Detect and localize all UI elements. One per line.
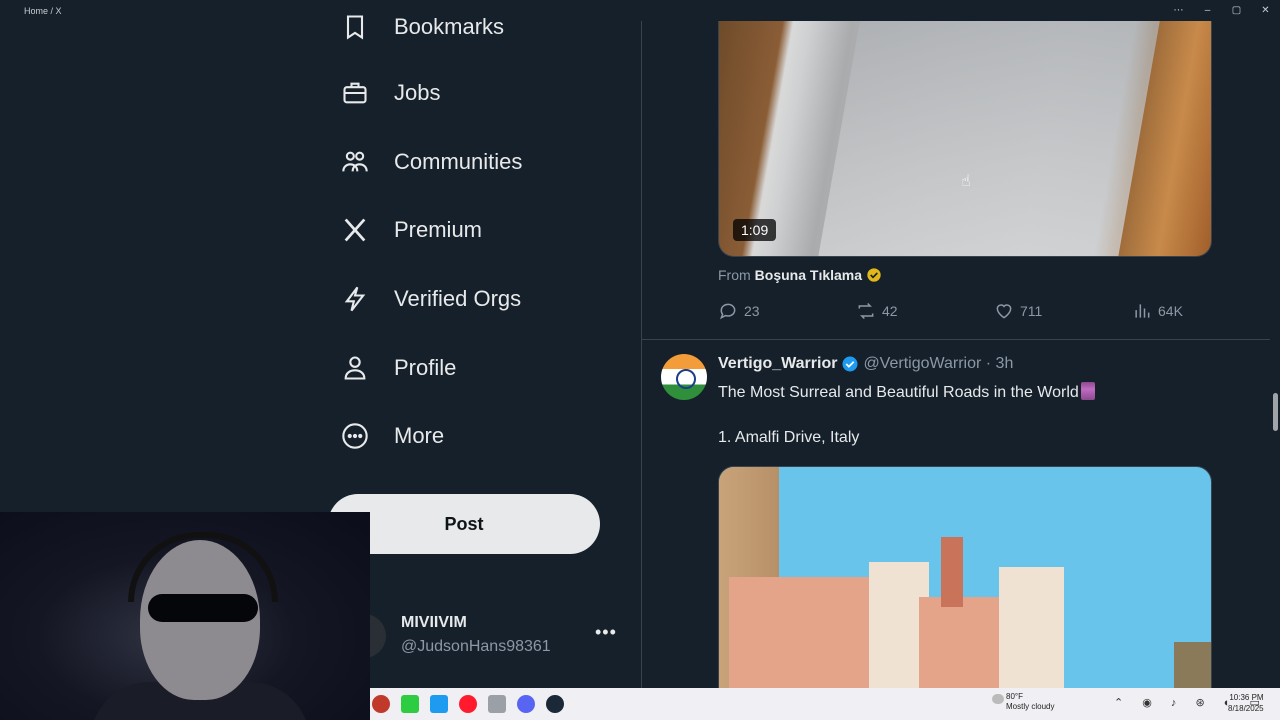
sidebar-item-premium[interactable]: Premium — [340, 205, 482, 255]
image-foliage — [1174, 642, 1211, 688]
video-duration: 1:09 — [733, 219, 777, 241]
account-name: MIVIIVIM — [401, 614, 467, 631]
view-count: 64K — [1158, 303, 1183, 319]
like-button[interactable]: 711 — [994, 301, 1042, 321]
sidebar-item-bookmarks[interactable]: Bookmarks — [340, 2, 504, 52]
tweet-header: Vertigo_Warrior @VertigoWarrior · 3h — [718, 355, 1013, 373]
sidebar-item-label: Bookmarks — [394, 14, 505, 39]
sidebar-item-profile[interactable]: Profile — [340, 343, 456, 393]
author-name[interactable]: Vertigo_Warrior — [718, 355, 837, 373]
like-count: 711 — [1020, 303, 1043, 319]
window-menu-button[interactable]: ⋯ — [1164, 0, 1193, 21]
image-building — [999, 567, 1064, 688]
sidebar-item-label: More — [394, 423, 445, 448]
heart-icon — [996, 304, 1012, 319]
sidebar-item-label: Jobs — [394, 80, 441, 105]
more-icon[interactable]: ••• — [595, 622, 617, 643]
sidebar-item-label: Verified Orgs — [394, 286, 522, 311]
clock-date: 8/18/2025 — [1228, 704, 1264, 713]
briefcase-icon — [340, 78, 370, 108]
scrollbar-thumb[interactable] — [1273, 393, 1278, 431]
window-titlebar: Home / X ⋯ – ▢ ✕ — [0, 0, 1280, 21]
people-icon — [340, 147, 370, 177]
reply-button[interactable]: 23 — [718, 301, 760, 321]
weather-desc: Mostly cloudy — [1006, 702, 1055, 711]
sidebar-nav: Bookmarks Jobs Communities Premium Verif… — [330, 14, 640, 688]
tweet-video[interactable]: 1:09 — [718, 21, 1212, 257]
window-title: Home / X — [24, 5, 62, 16]
tweet-actions: 23 42 711 64K — [718, 301, 1198, 325]
avatar[interactable] — [661, 354, 707, 400]
from-prefix: From — [718, 267, 751, 283]
pointer-cursor-icon: ☝ — [961, 173, 971, 190]
verified-badge-icon — [842, 356, 858, 372]
tweet-divider — [642, 339, 1270, 340]
weather-widget[interactable]: 80°F Mostly cloudy — [992, 692, 1055, 712]
reply-icon — [719, 303, 736, 320]
thread-spool-emoji-icon — [1080, 382, 1095, 400]
discord-icon[interactable] — [517, 695, 535, 713]
person-icon — [340, 353, 370, 383]
app-icon[interactable] — [401, 695, 419, 713]
cloud-icon — [992, 694, 1004, 704]
timeline: 1:09 ☝ From Boşuna Tıklama 23 42 711 64K… — [642, 21, 1270, 688]
clock-time: 10:36 PM — [1229, 693, 1264, 702]
sidebar-item-more[interactable]: More — [340, 411, 444, 461]
views-button[interactable]: 64K — [1132, 301, 1183, 321]
reply-count: 23 — [744, 303, 760, 319]
lightning-icon — [340, 284, 370, 314]
sidebar-item-jobs[interactable]: Jobs — [340, 68, 440, 118]
window-minimize-button[interactable]: – — [1193, 0, 1222, 21]
sidebar-item-label: Profile — [394, 355, 457, 380]
gold-verified-icon — [867, 268, 881, 282]
account-switcher[interactable]: MIVIIVIM @JudsonHans98361 ••• — [342, 606, 640, 666]
tweet-text: The Most Surreal and Beautiful Roads in … — [718, 382, 1095, 402]
tweet-text-line: 1. Amalfi Drive, Italy — [718, 429, 860, 446]
app-icon[interactable] — [488, 695, 506, 713]
image-building — [729, 577, 879, 688]
account-handle: @JudsonHans98361 — [401, 638, 551, 655]
sunglasses-shape — [148, 594, 258, 622]
window-close-button[interactable]: ✕ — [1251, 0, 1280, 21]
source-account-link[interactable]: Boşuna Tıklama — [755, 267, 862, 283]
webcam-overlay — [0, 512, 370, 720]
image-tower — [941, 537, 963, 607]
tweet-text-line: The Most Surreal and Beautiful Roads in … — [718, 384, 1079, 401]
bookmark-icon — [340, 12, 370, 42]
os-taskbar: 80°F Mostly cloudy ⌃ ◉ ♪ ⊛ ◐ ▭ 10:36 PM … — [370, 688, 1280, 720]
window-controls: ⋯ – ▢ ✕ — [1164, 0, 1280, 21]
weather-temp: 80°F — [1006, 692, 1023, 701]
repost-icon — [858, 302, 874, 320]
sidebar-item-verified-orgs[interactable]: Verified Orgs — [340, 274, 521, 324]
x-logo-icon — [340, 215, 370, 245]
video-source: From Boşuna Tıklama — [718, 267, 882, 283]
views-icon — [1135, 304, 1150, 318]
headphones-shape — [128, 532, 278, 602]
twitter-icon[interactable] — [430, 695, 448, 713]
system-clock[interactable]: 10:36 PM 8/18/2025 — [1228, 692, 1264, 714]
window-maximize-button[interactable]: ▢ — [1222, 0, 1251, 21]
more-circle-icon — [340, 421, 370, 451]
page-scrollbar[interactable] — [1270, 21, 1280, 688]
author-handle-time[interactable]: @VertigoWarrior · 3h — [863, 355, 1013, 373]
sidebar-item-communities[interactable]: Communities — [340, 137, 522, 187]
sidebar-item-label: Premium — [394, 217, 483, 242]
opera-icon[interactable] — [459, 695, 477, 713]
sidebar-item-label: Communities — [394, 149, 523, 174]
repost-button[interactable]: 42 — [856, 301, 898, 321]
video-frame — [818, 21, 1160, 256]
tweet-image[interactable] — [718, 466, 1212, 688]
app-icon[interactable] — [372, 695, 390, 713]
steam-icon[interactable] — [546, 695, 564, 713]
repost-count: 42 — [882, 303, 898, 319]
